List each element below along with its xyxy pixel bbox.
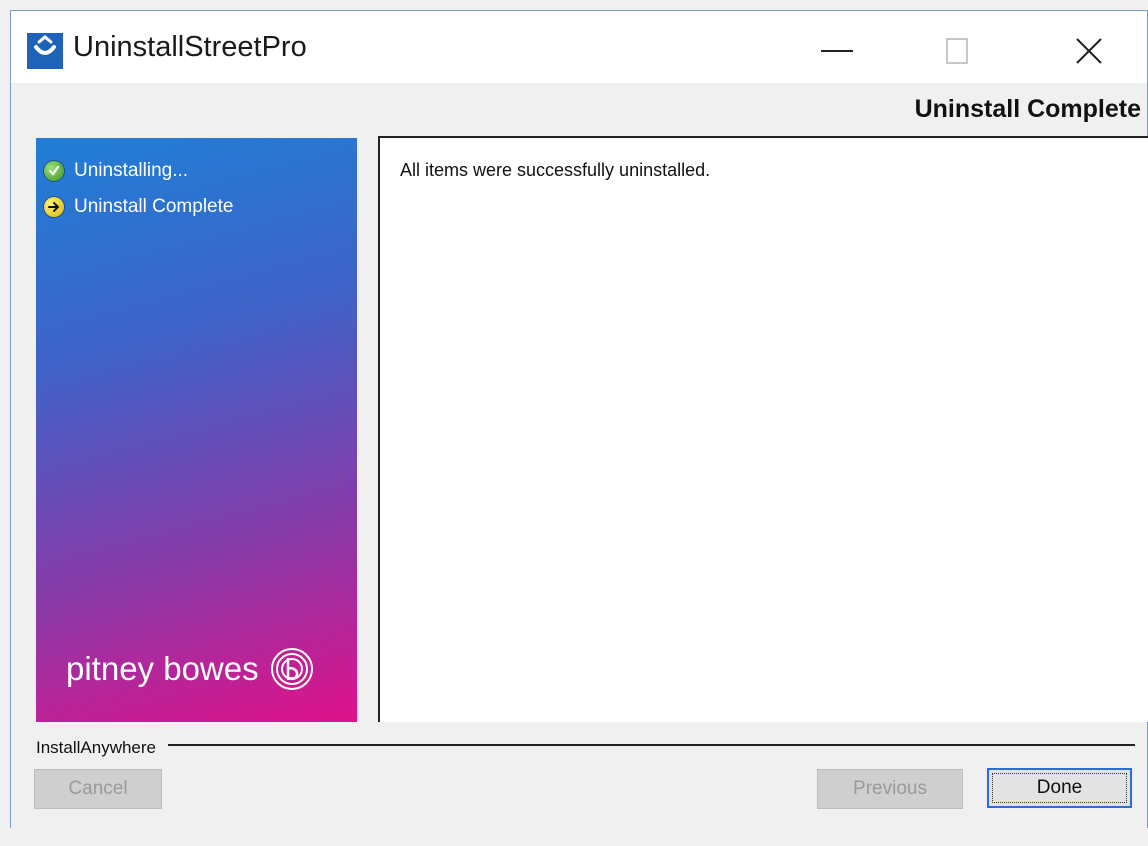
sidebar-step-label: Uninstall Complete (74, 196, 234, 217)
app-installer-icon (27, 33, 63, 69)
maximize-button[interactable] (929, 29, 985, 73)
previous-button[interactable]: Previous (817, 769, 963, 809)
minimize-button[interactable] (809, 29, 865, 73)
pitney-bowes-logo: pitney bowes (66, 646, 315, 692)
check-circle-icon (44, 161, 64, 181)
sidebar-step-uninstalling: Uninstalling... (44, 160, 188, 182)
logo-text: pitney bowes (66, 650, 259, 687)
installer-window: UninstallStreetPro Uninstall Complete Un… (10, 10, 1148, 829)
title-bar[interactable]: UninstallStreetPro (11, 11, 1147, 83)
maximize-icon (946, 38, 968, 64)
step-title: Uninstall Complete (914, 95, 1141, 123)
minimize-icon (821, 50, 853, 52)
sidebar-step-uninstall-complete: Uninstall Complete (44, 196, 233, 218)
completion-message: All items were successfully uninstalled. (400, 160, 711, 180)
footer-brand-label: InstallAnywhere (36, 738, 169, 758)
close-icon (1076, 38, 1102, 64)
done-button[interactable]: Done (987, 768, 1132, 808)
pitney-bowes-mark-icon (270, 648, 313, 690)
footer-divider (36, 744, 1135, 746)
focus-ring (992, 773, 1127, 803)
main-panel: All items were successfully uninstalled. (378, 136, 1148, 722)
close-button[interactable] (1061, 29, 1117, 73)
arrow-circle-icon (44, 197, 64, 217)
window-title: UninstallStreetPro (73, 31, 307, 63)
sidebar-step-label: Uninstalling... (74, 160, 189, 181)
steps-sidebar: Uninstalling... Uninstall Complete pitne… (36, 138, 357, 722)
cancel-button[interactable]: Cancel (34, 769, 162, 809)
